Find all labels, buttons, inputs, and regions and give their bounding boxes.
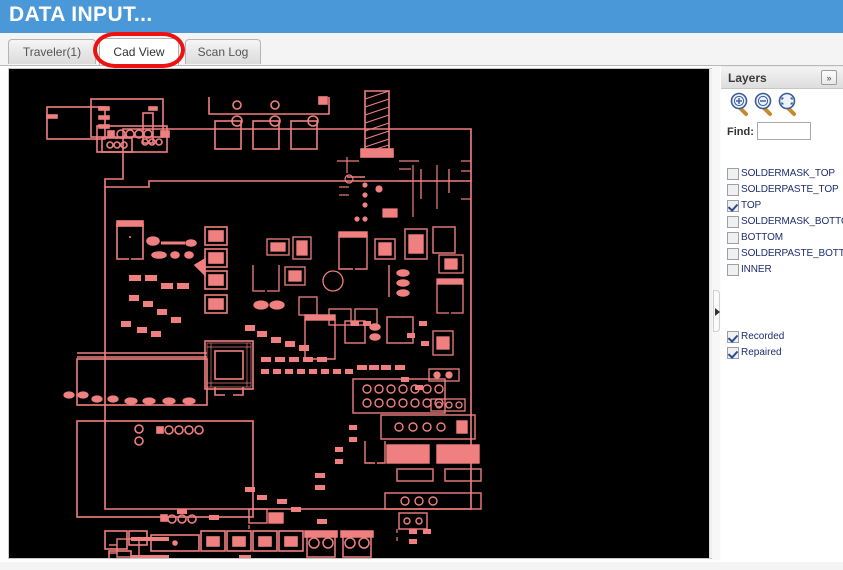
zoom-out-icon[interactable]	[753, 92, 777, 116]
layer-checkbox-soldermask-top[interactable]	[727, 168, 739, 180]
cad-canvas-frame	[8, 68, 718, 559]
bottom-strip	[0, 562, 843, 570]
layers-panel: Layers » Find: SOLDERMASK_TOP SOLDERPAST…	[721, 66, 843, 570]
tab-cad-view[interactable]: Cad View	[99, 38, 179, 65]
layer-label: BOTTOM	[741, 232, 783, 243]
layer-label: INNER	[741, 264, 772, 275]
layers-panel-title: Layers	[728, 71, 767, 85]
layer-checkbox-bottom[interactable]	[727, 232, 739, 244]
layer-item-inner[interactable]: INNER	[727, 263, 843, 279]
flag-checkbox-recorded[interactable]	[727, 331, 739, 343]
layer-checkbox-inner[interactable]	[727, 264, 739, 276]
layers-panel-header: Layers »	[721, 66, 843, 89]
layer-item-soldermask-top[interactable]: SOLDERMASK_TOP	[727, 167, 843, 183]
tab-strip: Traveler(1) Cad View Scan Log	[0, 33, 843, 66]
flag-checkbox-list: Recorded Repaired	[727, 330, 843, 362]
layer-item-bottom[interactable]: BOTTOM	[727, 231, 843, 247]
application-window: DATA INPUT... Traveler(1) Cad View Scan …	[0, 0, 843, 570]
flag-label: Recorded	[741, 331, 785, 342]
zoom-fit-icon[interactable]	[777, 92, 801, 116]
cad-view-canvas[interactable]	[9, 69, 711, 558]
flag-item-recorded[interactable]: Recorded	[727, 330, 843, 346]
title-bar: DATA INPUT...	[0, 0, 843, 33]
layer-label: SOLDERPASTE_TOP	[741, 184, 839, 195]
flag-checkbox-repaired[interactable]	[727, 347, 739, 359]
layer-checkbox-soldermask-bottom[interactable]	[727, 216, 739, 228]
zoom-in-icon[interactable]	[729, 92, 753, 116]
splitter-collapse-handle[interactable]	[713, 290, 720, 332]
layer-checkbox-solderpaste-bottom[interactable]	[727, 248, 739, 260]
find-row: Find:	[727, 122, 839, 142]
layer-label: SOLDERMASK_BOTTOM	[741, 216, 843, 227]
zoom-toolbar	[725, 92, 841, 118]
page-title: DATA INPUT...	[9, 3, 153, 26]
pcb-layout-drawing	[9, 69, 711, 558]
tab-traveler[interactable]: Traveler(1)	[8, 39, 96, 64]
layer-checkbox-top[interactable]	[727, 200, 739, 212]
tab-scan-log[interactable]: Scan Log	[185, 39, 261, 64]
layer-label: TOP	[741, 200, 762, 211]
find-label: Find:	[727, 126, 754, 138]
layer-item-solderpaste-top[interactable]: SOLDERPASTE_TOP	[727, 183, 843, 199]
flag-item-repaired[interactable]: Repaired	[727, 346, 843, 362]
find-input[interactable]	[757, 122, 811, 140]
layer-label: SOLDERPASTE_BOTTOM	[741, 248, 843, 259]
layer-item-solderpaste-bottom[interactable]: SOLDERPASTE_BOTTOM	[727, 247, 843, 263]
layer-checkbox-list: SOLDERMASK_TOP SOLDERPASTE_TOP TOP SOLDE…	[727, 167, 843, 279]
expand-panel-button[interactable]: »	[821, 70, 837, 85]
layer-checkbox-solderpaste-top[interactable]	[727, 184, 739, 196]
layer-item-top[interactable]: TOP	[727, 199, 843, 215]
chevron-right-icon	[715, 308, 720, 316]
flag-label: Repaired	[741, 347, 782, 358]
layer-label: SOLDERMASK_TOP	[741, 168, 836, 179]
layer-item-soldermask-bottom[interactable]: SOLDERMASK_BOTTOM	[727, 215, 843, 231]
